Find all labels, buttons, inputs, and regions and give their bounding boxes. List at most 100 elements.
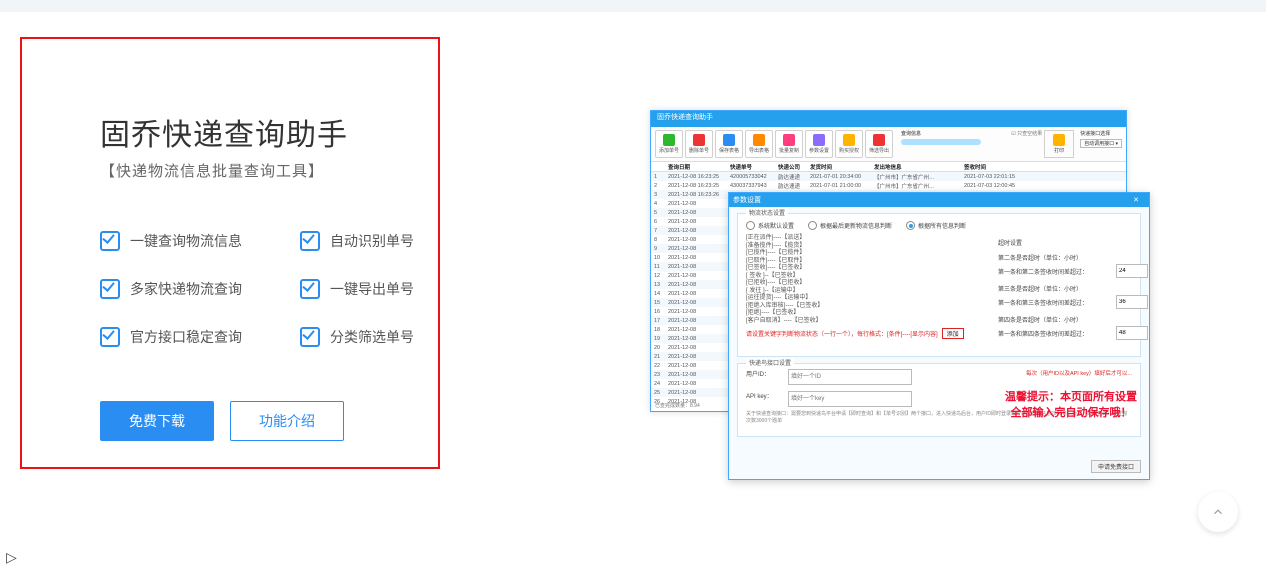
radio-option[interactable]: 根据所有信息判断	[906, 221, 966, 230]
feature-label: 分类筛选单号	[330, 327, 414, 347]
uid-input[interactable]	[788, 369, 912, 385]
radio-label: 根据最后更新物流信息判断	[820, 221, 892, 230]
gear-icon	[813, 134, 825, 146]
radio-option[interactable]: 根据最后更新物流信息判断	[808, 221, 892, 230]
timeout-title: 超时设置	[998, 238, 1148, 247]
cursor-icon: ▷	[6, 549, 17, 566]
timeout-input[interactable]	[1116, 326, 1148, 340]
feature-item: 分类筛选单号	[300, 327, 500, 347]
table-row[interactable]: 12021-12-08 16:23:25420005733042韵达速递2021…	[651, 172, 1126, 181]
feature-label: 自动识别单号	[330, 231, 414, 251]
toolbar-button[interactable]: 批量复制	[775, 130, 803, 158]
group-label: 快递鸟接口设置	[746, 358, 794, 367]
port-select: 快递接口选择自动调用接口 ▾	[1080, 130, 1122, 148]
timeout-input[interactable]	[1116, 295, 1148, 309]
warning-text: 温馨提示：本页面所有设置 全部输入完自动保存哦！	[1005, 390, 1137, 421]
checkmark-icon	[300, 327, 320, 347]
port-dropdown[interactable]: 自动调用接口 ▾	[1080, 139, 1122, 148]
toolbar-side: 查询信息 ☑ 只查空结果	[895, 130, 1042, 145]
timeout-title: 第三条是否超时（单位：小时）	[998, 284, 1148, 293]
export-icon	[753, 134, 765, 146]
checkmark-icon	[100, 279, 120, 299]
timeout-input[interactable]	[1116, 264, 1148, 278]
radio-icon	[906, 221, 915, 230]
minus-icon	[693, 134, 705, 146]
timeout-label: 第一条和第二条签收时间差超过：	[998, 267, 1088, 276]
timeout-row: 第一条和第二条签收时间差超过：	[998, 264, 1148, 278]
status-bar: 已查完成数量：8.94	[655, 402, 700, 409]
timeout-label: 第一条和第四条签收时间差超过：	[998, 329, 1088, 338]
add-button[interactable]: 添加	[942, 328, 964, 339]
toolbar: 添加单号 删除单号 保存表格导出表格批量复制 参数设置 购买授权 筛选导出查询信息 ☑ 只…	[651, 127, 1126, 162]
radio-option[interactable]: 系统默认设置	[746, 221, 794, 230]
toolbar-button[interactable]: 删除单号	[685, 130, 713, 158]
radio-icon	[808, 221, 817, 230]
status-group: 物流状态设置 系统默认设置根据最后更新物流信息判断根据所有信息判断 [正在派件]…	[737, 213, 1141, 357]
copy-icon	[783, 134, 795, 146]
hint-text: 请设置关键字判断物流状态（一行一个），每行格式：[条件]----[显示内容]	[746, 329, 938, 338]
feature-grid: 一键查询物流信息 自动识别单号 多家快递物流查询 一键导出单号 官方接口稳定查询…	[100, 231, 440, 347]
feature-label: 官方接口稳定查询	[130, 327, 242, 347]
close-icon[interactable]: ✕	[1127, 196, 1145, 204]
timeout-row: 第一条和第三条签收时间差超过：	[998, 295, 1148, 309]
toolbar-button[interactable]: 导出表格	[745, 130, 773, 158]
page-top-strip	[0, 0, 1266, 12]
feature-item: 自动识别单号	[300, 231, 500, 251]
checkmark-icon	[300, 279, 320, 299]
table-row[interactable]: 22021-12-08 16:23:25430037337943韵达速递2021…	[651, 181, 1126, 190]
feature-label: 一键查询物流信息	[130, 231, 242, 251]
radio-row: 系统默认设置 根据最后更新物流信息判断 根据所有信息判断	[746, 221, 1132, 230]
dialog-title: 参数设置	[733, 195, 761, 205]
toolbar-button[interactable]: 添加单号	[655, 130, 683, 158]
window-title: 固乔快递查询助手	[651, 111, 1126, 127]
timeout-panel: 超时设置 第二条是否超时（单位：小时） 第一条和第二条签收时间差超过： 第三条是否超…	[998, 238, 1148, 346]
feature-item: 一键查询物流信息	[100, 231, 300, 251]
uid-label: 用户ID：	[746, 369, 788, 378]
scroll-top-button[interactable]	[1198, 492, 1238, 532]
more-button[interactable]: 功能介绍	[230, 401, 344, 441]
toolbar-label: 添加单号	[659, 147, 679, 154]
timeout-label: 第一条和第三条签收时间差超过：	[998, 298, 1088, 307]
feature-label: 一键导出单号	[330, 279, 414, 299]
left-panel: 固乔快递查询助手 【快递物流信息批量查询工具】 一键查询物流信息 自动识别单号 …	[100, 110, 440, 441]
feature-item: 多家快递物流查询	[100, 279, 300, 299]
timeout-list: 第二条是否超时（单位：小时） 第一条和第二条签收时间差超过： 第三条是否超时（单位：…	[998, 253, 1148, 340]
api-label: API key：	[746, 391, 788, 400]
timeout-title: 第二条是否超时（单位：小时）	[998, 253, 1148, 262]
button-row: 免费下载 功能介绍	[100, 401, 440, 441]
radio-label: 系统默认设置	[758, 221, 794, 230]
toolbar-button[interactable]: 保存表格	[715, 130, 743, 158]
toolbar-label: 保存表格	[719, 147, 739, 154]
toolbar-button[interactable]: 购买授权	[835, 130, 863, 158]
toolbar-label: 购买授权	[839, 147, 859, 154]
feature-label: 多家快递物流查询	[130, 279, 242, 299]
toolbar-label: 批量复制	[779, 147, 799, 154]
api-input[interactable]	[788, 391, 912, 407]
toolbar-button[interactable]: 筛选导出	[865, 130, 893, 158]
checkmark-icon	[300, 231, 320, 251]
print-button[interactable]: 打印	[1044, 130, 1074, 158]
radio-icon	[746, 221, 755, 230]
product-subtitle: 【快递物流信息批量查询工具】	[100, 160, 440, 181]
checkmark-icon	[100, 231, 120, 251]
port-note: 每次（用户ID以及API key）填好后才可以...	[908, 369, 1132, 377]
apply-button[interactable]: 申请免费接口	[1091, 460, 1141, 473]
radio-label: 根据所有信息判断	[918, 221, 966, 230]
table-header: 查询日期快递单号快递公司发货时间发出地信息签收时间	[651, 162, 1126, 172]
plus-icon	[663, 134, 675, 146]
funnel-icon	[873, 134, 885, 146]
warn-line: 全部输入完自动保存哦！	[1005, 406, 1137, 421]
download-button[interactable]: 免费下载	[100, 401, 214, 441]
toolbar-label: 参数设置	[809, 147, 829, 154]
side-title: 查询信息	[901, 130, 921, 137]
timeout-title: 第四条是否超时（单位：小时）	[998, 315, 1148, 324]
dialog-titlebar: 参数设置 ✕	[729, 193, 1149, 207]
toolbar-button[interactable]: 参数设置	[805, 130, 833, 158]
group-label: 物流状态设置	[746, 208, 788, 217]
warn-line: 温馨提示：本页面所有设置	[1005, 390, 1137, 405]
timeout-row: 第一条和第四条签收时间差超过：	[998, 326, 1148, 340]
toolbar-label: 筛选导出	[869, 147, 889, 154]
disk-icon	[723, 134, 735, 146]
toolbar-label: 删除单号	[689, 147, 709, 154]
cart-icon	[843, 134, 855, 146]
